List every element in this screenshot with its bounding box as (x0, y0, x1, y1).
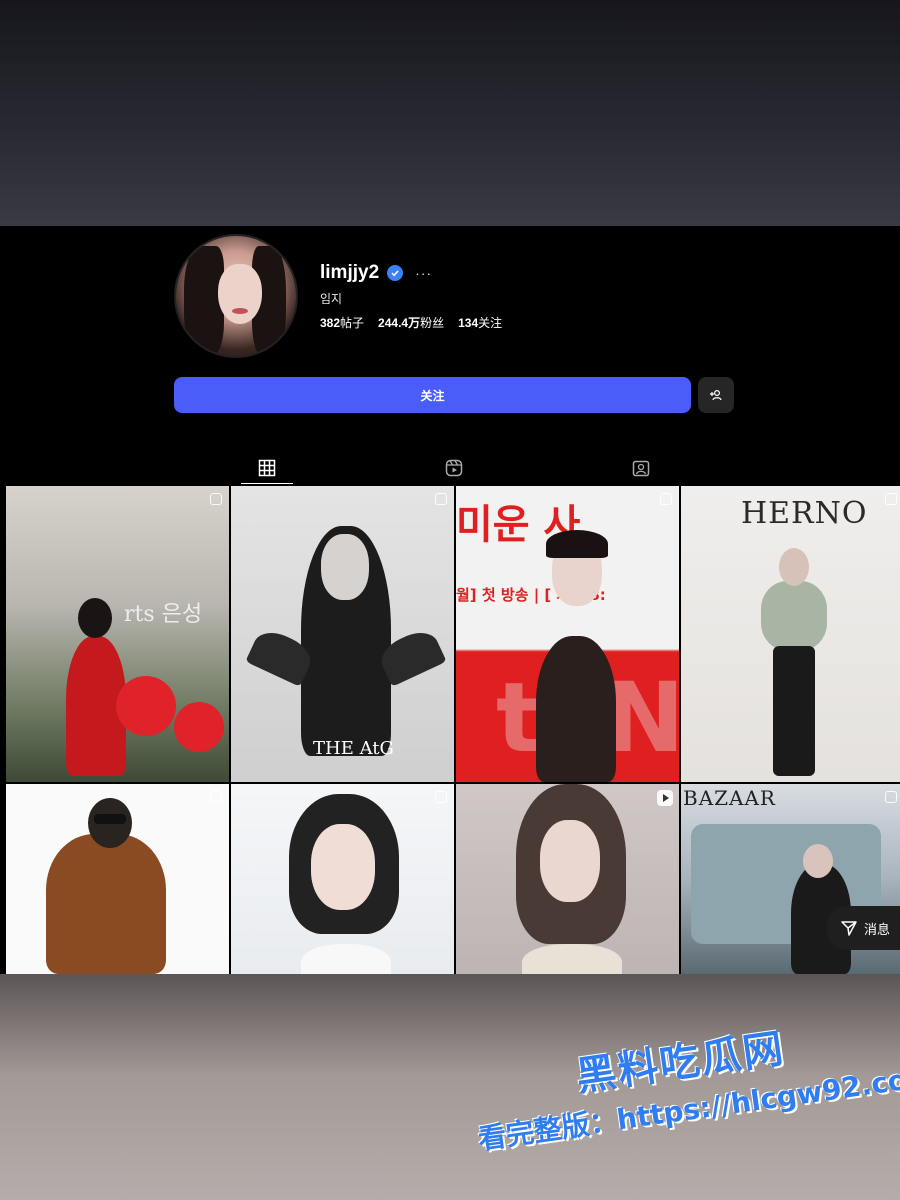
profile-stats: 382帖子 244.4万粉丝 134关注 (320, 314, 502, 331)
full-name: 임지 (320, 292, 343, 306)
carousel-icon (885, 791, 897, 803)
avatar[interactable] (174, 234, 298, 358)
post-thumbnail[interactable]: THE AtG (231, 486, 454, 782)
person-add-icon (710, 389, 722, 401)
grid-icon (259, 459, 276, 477)
more-options-icon[interactable]: ··· (415, 265, 432, 281)
verified-badge-icon (387, 265, 404, 281)
post-thumbnail[interactable]: rts 은성 (6, 486, 229, 782)
follow-button[interactable]: 关注 (174, 377, 691, 413)
tab-grid[interactable] (241, 452, 294, 484)
carousel-icon (210, 493, 222, 505)
username: limjjy2 (320, 262, 380, 283)
carousel-icon (210, 791, 222, 803)
following-count[interactable]: 134关注 (458, 314, 502, 331)
profile-header: limjjy2 ··· 임지 382帖子 244.4万粉丝 134关注 关注 (0, 226, 900, 484)
post-thumbnail[interactable] (231, 784, 454, 974)
post-thumbnail[interactable] (456, 784, 679, 974)
carousel-icon (885, 493, 897, 505)
post-text: HERNO (741, 496, 868, 531)
reels-icon (445, 459, 463, 477)
carousel-icon (435, 493, 447, 505)
post-thumbnail[interactable]: 미운 사 월] 첫 방송 | [ 저녁 8: tvN (456, 486, 679, 782)
tab-reels[interactable] (428, 452, 480, 484)
post-thumbnail[interactable]: HERNO (681, 486, 900, 782)
tagged-icon (632, 460, 649, 477)
profile-tabs (174, 452, 734, 484)
posts-count[interactable]: 382帖子 (320, 314, 364, 331)
message-button[interactable]: 消息 (826, 906, 900, 950)
tab-tagged[interactable] (615, 452, 667, 484)
message-label: 消息 (864, 921, 891, 937)
post-text: rts 은성 (124, 602, 203, 627)
send-icon (841, 921, 857, 936)
suggested-users-button[interactable] (698, 377, 734, 413)
post-text: THE AtG (313, 738, 394, 759)
posts-grid: rts 은성 THE AtG 미운 사 월] 첫 방송 | [ 저녁 8: tv… (6, 486, 900, 974)
reel-icon (657, 790, 673, 806)
username-row: limjjy2 ··· (320, 262, 432, 284)
carousel-icon (660, 493, 672, 505)
carousel-icon (435, 791, 447, 803)
post-thumbnail[interactable] (6, 784, 229, 974)
post-text: BAZAAR (683, 786, 776, 810)
top-background-band (0, 0, 900, 226)
followers-count[interactable]: 244.4万粉丝 (378, 314, 444, 331)
